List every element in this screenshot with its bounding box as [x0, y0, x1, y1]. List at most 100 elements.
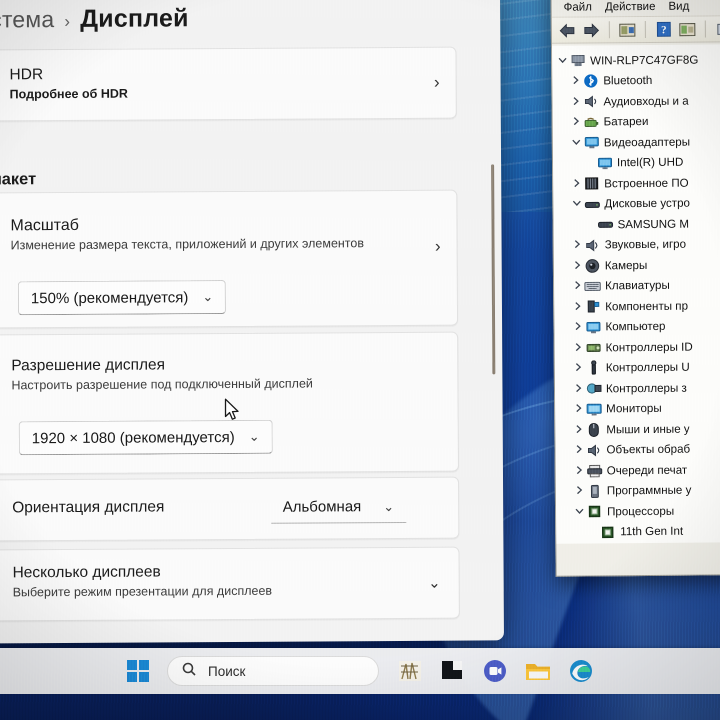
display-adapter-icon [596, 156, 613, 171]
device-tree-item[interactable]: Батареи [557, 111, 720, 133]
menu-view[interactable]: Вид [668, 0, 689, 12]
chevron-right-icon[interactable] [571, 322, 584, 333]
device-manager-menubar[interactable]: Файл Действие Вид [551, 0, 720, 18]
device-tree-item[interactable]: Контроллеры з [559, 377, 720, 399]
update-driver-icon[interactable] [678, 21, 697, 38]
device-tree-item[interactable]: Компьютер [558, 316, 720, 338]
scan-hardware-icon[interactable] [714, 20, 720, 37]
taskbar[interactable]: Поиск [0, 648, 720, 694]
device-tree-item[interactable]: Intel(R) UHD [557, 152, 720, 174]
chevron-down-icon[interactable] [573, 506, 586, 517]
device-tree-item[interactable]: Объекты обраб [559, 439, 720, 461]
device-tree-item[interactable]: Контроллеры ID [559, 336, 720, 358]
chevron-right-icon[interactable] [570, 178, 583, 189]
device-tree-item[interactable]: Клавиатуры [558, 275, 720, 297]
chevron-right-icon[interactable] [571, 240, 584, 251]
settings-window[interactable]: стема › Дисплей HDR Подробнее об HDR › ш… [0, 0, 504, 644]
device-tree-item[interactable]: 11th Gen Int [560, 541, 720, 544]
widgets-button[interactable] [397, 659, 423, 683]
device-tree-item-label: Контроллеры з [605, 381, 687, 396]
toolbar-separator [608, 21, 610, 39]
breadcrumb-parent[interactable]: стема [0, 6, 54, 33]
device-tree-item[interactable]: 11th Gen Int [560, 521, 720, 543]
chevron-right-icon[interactable] [569, 76, 582, 87]
chevron-right-icon[interactable]: › [435, 237, 441, 257]
chevron-right-icon[interactable] [572, 342, 585, 353]
hdr-title: HDR [9, 66, 44, 84]
chevron-right-icon[interactable] [573, 486, 586, 497]
chevron-right-icon[interactable] [571, 301, 584, 312]
help-icon[interactable]: ? [654, 21, 673, 38]
chevron-right-icon[interactable] [569, 96, 582, 107]
scale-dropdown[interactable]: 150% (рекомендуется) ⌄ [17, 280, 227, 316]
device-tree-item[interactable]: Bluetooth [556, 70, 720, 92]
forward-arrow-icon[interactable] [582, 21, 601, 38]
device-tree-item[interactable]: Камеры [558, 254, 720, 276]
chevron-right-icon[interactable] [572, 445, 585, 456]
start-button[interactable] [127, 660, 149, 682]
device-tree-item-label: Мыши и иные у [606, 422, 690, 437]
chevron-down-icon[interactable] [570, 199, 583, 210]
device-tree-item[interactable]: Программные у [560, 480, 720, 502]
chevron-right-icon[interactable] [571, 281, 584, 292]
device-tree-item-label: Аудиовходы и а [603, 94, 689, 109]
firmware-icon [583, 176, 600, 191]
hdr-subtitle-link[interactable]: Подробнее об HDR [10, 87, 128, 102]
chevron-right-icon[interactable] [572, 383, 585, 394]
device-tree-item[interactable]: SAMSUNG M [557, 213, 720, 235]
device-tree-item[interactable]: Очереди печат [560, 459, 720, 481]
print-queue-icon [586, 463, 603, 478]
bluetooth-icon [582, 74, 599, 89]
device-tree-item[interactable]: Звуковые, игро [558, 234, 720, 256]
device-tree-item[interactable]: Процессоры [560, 500, 720, 522]
device-tree-item-label: 11th Gen Int [620, 524, 684, 539]
scale-card[interactable]: Масштаб Изменение размера текста, прилож… [0, 189, 459, 329]
svg-text:?: ? [661, 24, 667, 36]
back-arrow-icon[interactable] [558, 22, 577, 39]
chevron-down-icon[interactable] [570, 137, 583, 148]
camera-icon [584, 258, 601, 273]
device-tree-item[interactable]: Дисковые устро [557, 193, 720, 215]
keyboard-icon [584, 279, 601, 294]
file-explorer-button[interactable] [525, 660, 551, 682]
device-tree-item-label: Клавиатуры [605, 279, 670, 293]
search-icon [182, 662, 196, 681]
properties-icon[interactable] [618, 21, 637, 38]
chat-teams-button[interactable] [483, 659, 507, 683]
device-manager-window[interactable]: Файл Действие Вид ? WIN-RLP7C47GF8G Bluet… [550, 0, 720, 577]
device-tree-item[interactable]: Аудиовходы и а [556, 90, 720, 112]
device-tree-item[interactable]: Встроенное ПО [557, 172, 720, 194]
chevron-right-icon[interactable] [572, 404, 585, 415]
multiple-displays-card[interactable]: Несколько дисплеев Выберите режим презен… [0, 546, 460, 622]
device-tree[interactable]: WIN-RLP7C47GF8G Bluetooth Аудиовходы и а Ба… [551, 44, 720, 544]
menu-action[interactable]: Действие [605, 0, 656, 12]
search-box[interactable]: Поиск [167, 656, 379, 686]
device-tree-item[interactable]: Контроллеры U [559, 357, 720, 379]
software-device-icon [586, 484, 603, 499]
display-adapter-icon [583, 135, 600, 150]
device-tree-item[interactable]: Видеоадаптеры [557, 131, 720, 153]
chevron-right-icon[interactable] [571, 260, 584, 271]
orientation-dropdown[interactable]: Альбомная ⌄ [270, 490, 407, 524]
chevron-right-icon[interactable] [570, 117, 583, 128]
task-view-button[interactable] [441, 660, 465, 682]
device-tree-item[interactable]: Мыши и иные у [559, 418, 720, 440]
chevron-right-icon[interactable] [572, 424, 585, 435]
hdr-card[interactable]: HDR Подробнее об HDR › [0, 46, 457, 122]
device-manager-toolbar[interactable]: ? [551, 16, 720, 44]
toolbar-separator [704, 20, 706, 38]
edge-button[interactable] [569, 659, 593, 683]
computer-root-icon [569, 53, 586, 68]
chevron-right-icon[interactable] [573, 465, 586, 476]
orientation-card[interactable]: Ориентация дисплея Альбомная ⌄ [0, 476, 460, 542]
chevron-right-icon[interactable] [572, 363, 585, 374]
ide-controller-icon [585, 340, 602, 355]
device-tree-item[interactable]: WIN-RLP7C47GF8G [556, 49, 720, 71]
orientation-title: Ориентация дисплея [12, 498, 165, 517]
device-tree-item[interactable]: Мониторы [559, 398, 720, 420]
menu-file[interactable]: Файл [564, 1, 592, 13]
chevron-down-icon[interactable]: ⌄ [428, 574, 441, 592]
computer-icon [584, 320, 601, 335]
chevron-down-icon[interactable] [556, 55, 569, 66]
device-tree-item[interactable]: Компоненты пр [558, 295, 720, 317]
